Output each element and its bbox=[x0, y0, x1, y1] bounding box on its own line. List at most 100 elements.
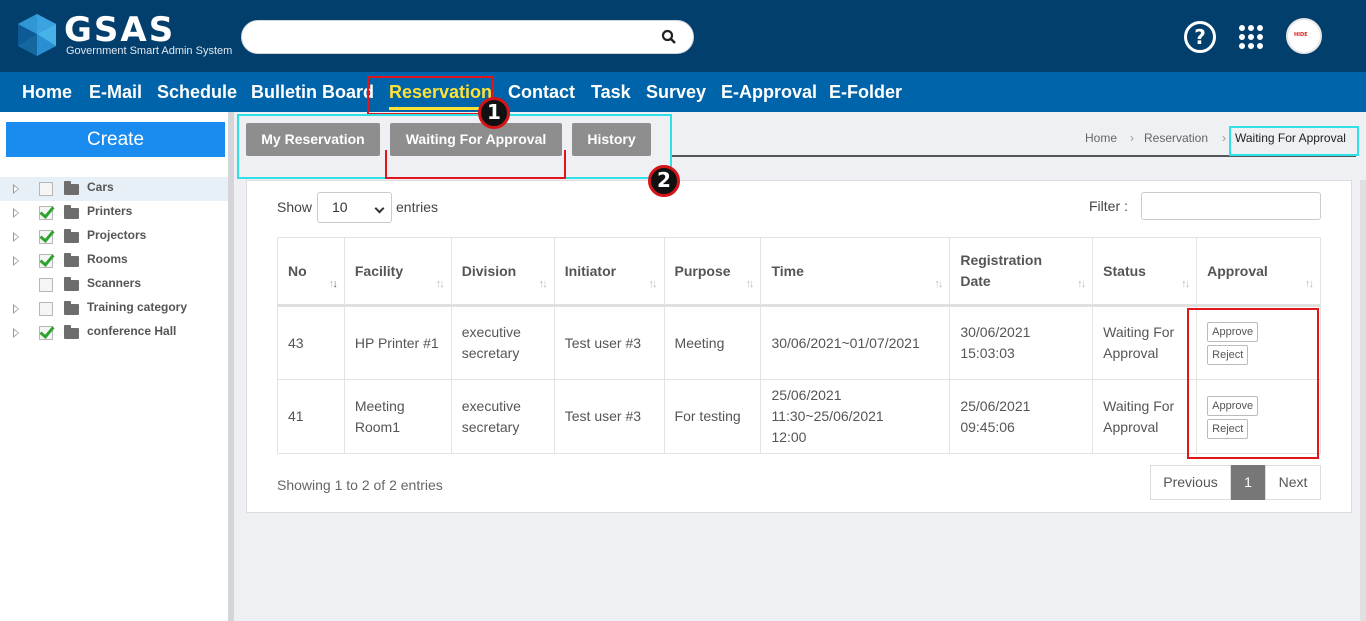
column-header-purpose[interactable]: Purpose ↑↓ bbox=[663, 237, 762, 307]
page-1-button[interactable]: 1 bbox=[1231, 465, 1265, 500]
cell-division: executive secretary bbox=[450, 379, 555, 454]
tree-item-printers[interactable]: Printers bbox=[0, 201, 228, 225]
tree-item-rooms[interactable]: Rooms bbox=[0, 249, 228, 273]
folder-icon bbox=[64, 301, 79, 315]
folder-icon bbox=[64, 181, 79, 195]
nav-schedule[interactable]: Schedule bbox=[157, 72, 237, 112]
sort-desc-icon: ↑↓ bbox=[328, 278, 338, 290]
column-header-initiator[interactable]: Initiator ↑↓ bbox=[553, 237, 665, 307]
annotation-marker-1: 1 bbox=[478, 97, 510, 129]
sort-icon: ↑↓ bbox=[745, 278, 754, 290]
cell-time: 25/06/2021 11:30~25/06/2021 12:00 bbox=[760, 379, 951, 454]
tree-item-conference-hall[interactable]: conference Hall bbox=[0, 321, 228, 345]
search-icon[interactable] bbox=[661, 29, 677, 45]
sidebar-scrollbar[interactable] bbox=[228, 112, 234, 621]
tree-item-cars[interactable]: Cars bbox=[0, 177, 228, 201]
logo-text: GSAS bbox=[64, 10, 176, 50]
avatar[interactable]: HIDE bbox=[1286, 18, 1322, 54]
cell-initiator: Test user #3 bbox=[553, 379, 665, 454]
expand-arrow-icon[interactable] bbox=[13, 184, 19, 194]
expand-arrow-icon[interactable] bbox=[13, 256, 19, 266]
annotation-box-breadcrumb bbox=[1229, 126, 1359, 156]
previous-button[interactable]: Previous bbox=[1150, 465, 1231, 500]
expand-arrow-icon[interactable] bbox=[13, 232, 19, 242]
breadcrumb-home[interactable]: Home bbox=[1085, 131, 1117, 145]
tree-item-label: Scanners bbox=[87, 276, 142, 290]
page-size-value: 10 bbox=[332, 199, 348, 215]
sidebar: Create Cars Printers Projectors Rooms Sc… bbox=[0, 112, 228, 621]
gsas-logo[interactable]: GSAS Government Smart Admin System bbox=[14, 10, 232, 60]
table-header-row: No ↑↓ Facility ↑↓ Division ↑↓ Initiator ↑↓ P… bbox=[277, 237, 1321, 307]
breadcrumb-reservation[interactable]: Reservation bbox=[1144, 131, 1208, 145]
breadcrumb-separator-icon: › bbox=[1130, 131, 1134, 145]
cell-registration-date: 30/06/2021 15:03:03 bbox=[949, 305, 1094, 380]
annotation-box-waiting-tab bbox=[385, 150, 566, 179]
cell-facility: Meeting Room1 bbox=[343, 379, 452, 454]
table-row: 41 Meeting Room1 executive secretary Tes… bbox=[277, 379, 1321, 454]
column-header-division[interactable]: Division ↑↓ bbox=[450, 237, 555, 307]
column-header-no[interactable]: No ↑↓ bbox=[277, 237, 345, 307]
search-input[interactable] bbox=[241, 20, 694, 54]
tree-item-label: Cars bbox=[87, 180, 114, 194]
folder-icon bbox=[64, 229, 79, 243]
folder-icon bbox=[64, 277, 79, 291]
nav-bulletin-board[interactable]: Bulletin Board bbox=[251, 72, 374, 112]
content-scrollbar[interactable] bbox=[1360, 180, 1366, 621]
sort-icon: ↑↓ bbox=[435, 278, 445, 290]
cell-time: 30/06/2021~01/07/2021 bbox=[760, 305, 951, 380]
nav-task[interactable]: Task bbox=[591, 72, 631, 112]
cell-no: 43 bbox=[277, 305, 345, 380]
apps-grid-icon[interactable] bbox=[1239, 25, 1263, 49]
column-header-facility[interactable]: Facility ↑↓ bbox=[343, 237, 452, 307]
checkbox[interactable] bbox=[39, 326, 53, 340]
column-header-time[interactable]: Time ↑↓ bbox=[760, 237, 951, 307]
annotation-box-reservation bbox=[367, 76, 494, 115]
checkbox[interactable] bbox=[39, 302, 53, 316]
nav-survey[interactable]: Survey bbox=[646, 72, 706, 112]
table-info: Showing 1 to 2 of 2 entries bbox=[277, 477, 443, 493]
breadcrumb-separator-icon: › bbox=[1222, 131, 1226, 145]
page-size-select[interactable]: 10 bbox=[317, 192, 392, 223]
sort-icon: ↑↓ bbox=[1305, 278, 1314, 290]
tree-item-label: conference Hall bbox=[87, 324, 177, 338]
cell-status: Waiting For Approval bbox=[1092, 379, 1198, 454]
next-button[interactable]: Next bbox=[1265, 465, 1321, 500]
tree-item-label: Projectors bbox=[87, 228, 147, 242]
nav-contact[interactable]: Contact bbox=[508, 72, 575, 112]
reservation-table: No ↑↓ Facility ↑↓ Division ↑↓ Initiator ↑↓ P… bbox=[277, 237, 1321, 454]
cell-facility: HP Printer #1 bbox=[343, 305, 452, 380]
checkbox[interactable] bbox=[39, 182, 53, 196]
tree-item-label: Training category bbox=[87, 300, 188, 314]
table-row: 43 HP Printer #1 executive secretary Tes… bbox=[277, 305, 1321, 380]
annotation-marker-2: 2 bbox=[648, 165, 680, 197]
tree-item-projectors[interactable]: Projectors bbox=[0, 225, 228, 249]
checkbox[interactable] bbox=[39, 254, 53, 268]
folder-icon bbox=[64, 325, 79, 339]
checkbox[interactable] bbox=[39, 230, 53, 244]
column-header-approval[interactable]: Approval ↑↓ bbox=[1196, 237, 1321, 307]
tree-item-label: Rooms bbox=[87, 252, 128, 266]
nav-e-folder[interactable]: E-Folder bbox=[829, 72, 902, 112]
help-icon[interactable]: ? bbox=[1184, 21, 1216, 53]
nav-email[interactable]: E-Mail bbox=[89, 72, 142, 112]
cell-status: Waiting For Approval bbox=[1092, 305, 1198, 380]
checkbox[interactable] bbox=[39, 206, 53, 220]
expand-arrow-icon[interactable] bbox=[13, 328, 19, 338]
column-header-status[interactable]: Status ↑↓ bbox=[1092, 237, 1198, 307]
folder-icon bbox=[64, 253, 79, 267]
avatar-text: HIDE bbox=[1294, 32, 1308, 38]
nav-e-approval[interactable]: E-Approval bbox=[721, 72, 817, 112]
sort-icon: ↑↓ bbox=[538, 278, 548, 290]
create-button[interactable]: Create bbox=[6, 122, 225, 157]
cell-purpose: Meeting bbox=[663, 305, 762, 380]
checkbox[interactable] bbox=[39, 278, 53, 292]
column-header-registration-date[interactable]: Registration Date ↑↓ bbox=[949, 237, 1094, 307]
filter-input[interactable] bbox=[1141, 192, 1321, 220]
logo-globe-icon bbox=[18, 14, 56, 56]
tree-item-scanners[interactable]: Scanners bbox=[0, 273, 228, 297]
tree-item-training-category[interactable]: Training category bbox=[0, 297, 228, 321]
expand-arrow-icon[interactable] bbox=[13, 304, 19, 314]
nav-home[interactable]: Home bbox=[22, 72, 72, 112]
expand-arrow-icon[interactable] bbox=[13, 208, 19, 218]
cell-purpose: For testing bbox=[663, 379, 762, 454]
